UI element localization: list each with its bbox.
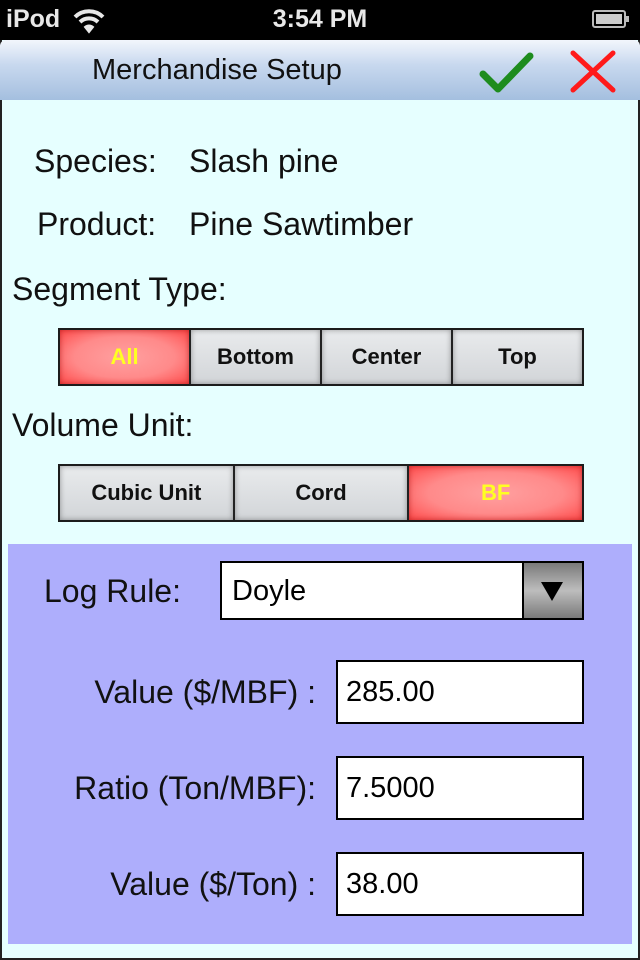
volume-option-cubic-unit[interactable]: Cubic Unit [60,466,233,520]
ratio-input[interactable] [336,756,584,820]
value-mbf-input[interactable] [336,660,584,724]
volume-unit-control: Cubic Unit Cord BF [58,464,584,522]
segment-type-label: Segment Type: [12,271,227,307]
segment-option-center[interactable]: Center [320,330,451,384]
checkmark-icon [479,52,534,93]
value-mbf-label: Value ($/MBF) : [94,674,316,710]
cancel-button[interactable] [568,48,618,94]
log-rule-label: Log Rule: [44,573,181,609]
volume-option-cord[interactable]: Cord [232,466,408,520]
battery-full-icon [592,10,629,28]
segment-option-bottom[interactable]: Bottom [189,330,320,384]
value-ton-input[interactable] [336,852,584,916]
page-title: Merchandise Setup [92,54,342,86]
segment-type-control: All Bottom Center Top [58,328,584,386]
close-icon [570,50,616,93]
ratio-label: Ratio (Ton/MBF): [74,770,316,806]
species-label: Species: [34,143,157,179]
clock-label: 3:54 PM [272,5,368,33]
navigation-bar: Merchandise Setup [0,40,640,100]
segment-option-top[interactable]: Top [451,330,582,384]
species-value: Slash pine [189,143,339,179]
product-value: Pine Sawtimber [189,206,414,242]
log-rule-value: Doyle [232,575,307,607]
segment-option-all[interactable]: All [60,330,189,384]
product-label: Product: [37,206,157,242]
triangle-down-icon [541,582,563,601]
status-bar: iPod 3:54 PM [0,0,640,40]
value-ton-label: Value ($/Ton) : [110,866,316,902]
dropdown-toggle-button[interactable] [522,563,582,618]
log-rule-dropdown[interactable]: Doyle [220,561,584,620]
confirm-button[interactable] [478,50,534,94]
volume-option-bf[interactable]: BF [407,466,583,520]
volume-unit-label: Volume Unit: [12,407,194,443]
